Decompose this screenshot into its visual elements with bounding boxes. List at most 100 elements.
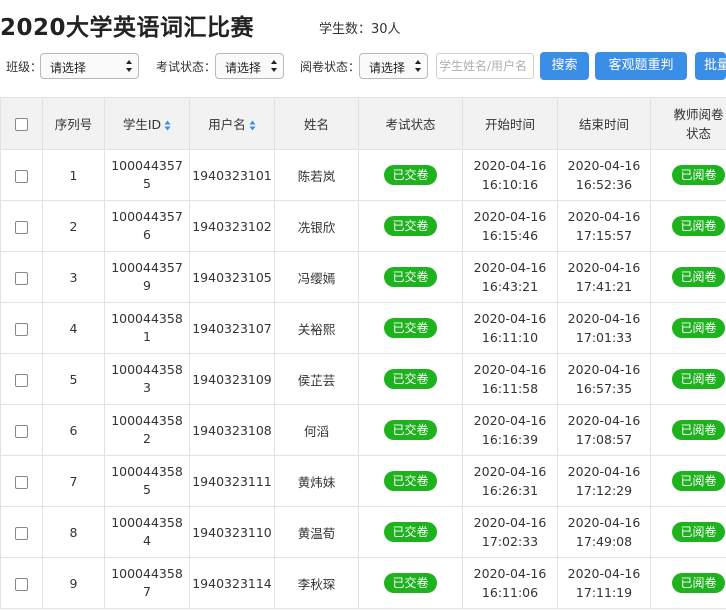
review-status-badge[interactable]: 已阅卷 (672, 165, 725, 185)
table-row: 8 1000443584 1940323110 黄温荀 已交卷 2020-04-16 17:… (0, 506, 726, 558)
exam-status-cell: 已交卷 (358, 251, 463, 303)
table-row: 7 1000443585 1940323111 黄炜妹 已交卷 2020-04-16 16:… (0, 455, 726, 507)
username-cell: 1940323110 (189, 506, 275, 558)
student-count: 学生数：30人 (319, 22, 401, 37)
review-status-badge[interactable]: 已阅卷 (672, 471, 725, 491)
review-status-label: 阅卷状态： (300, 60, 361, 74)
row-checkbox[interactable] (15, 475, 28, 489)
start-time: 16:15:46 (481, 228, 539, 243)
page-header: 2020大学英语词汇比赛 学生数：30人 (0, 8, 726, 42)
student-id: 1000443583 (111, 362, 183, 395)
table-row: 4 1000443581 1940323107 关裕熙 已交卷 2020-04-16 16:… (0, 302, 726, 354)
review-status-badge[interactable]: 已阅卷 (672, 267, 725, 287)
end-time-cell: 2020-04-16 16:57:35 (557, 353, 651, 405)
exam-status-cell: 已交卷 (358, 506, 463, 558)
row-select-cell (0, 200, 43, 252)
username-cell: 1940323105 (189, 251, 275, 303)
end-date: 2020-04-16 (567, 158, 641, 173)
end-time-cell: 2020-04-16 17:08:57 (557, 404, 651, 456)
row-checkbox[interactable] (15, 577, 28, 591)
start-time: 16:16:39 (481, 432, 539, 447)
column-header-label: 教师阅卷状态 (673, 106, 724, 141)
name-cell: 黄温荀 (274, 506, 359, 558)
start-time: 16:10:16 (481, 177, 539, 192)
end-date: 2020-04-16 (567, 413, 641, 428)
exam-status-badge: 已交卷 (384, 165, 437, 185)
exam-status-cell: 已交卷 (358, 200, 463, 252)
exam-status-badge: 已交卷 (384, 522, 437, 542)
select-arrows-icon (415, 60, 421, 72)
review-status-badge[interactable]: 已阅卷 (672, 522, 725, 542)
review-status-cell: 已阅卷 (650, 251, 726, 303)
table-row: 1 1000443575 1940323101 陈若岚 已交卷 2020-04-16 16:… (0, 149, 726, 201)
end-time: 17:08:57 (575, 432, 633, 447)
class-select[interactable]: 请选择 (40, 53, 139, 79)
end-time-cell: 2020-04-16 17:41:21 (557, 251, 651, 303)
username-cell: 1940323107 (189, 302, 275, 354)
column-header-student-id[interactable]: 学生ID (104, 97, 190, 150)
review-status-cell: 已阅卷 (650, 353, 726, 405)
regrade-objective-button[interactable]: 客观题重判 (595, 52, 687, 80)
review-status-cell: 已阅卷 (650, 302, 726, 354)
review-status-badge[interactable]: 已阅卷 (672, 573, 725, 593)
review-status-select-value: 请选择 (369, 61, 406, 75)
review-status-badge[interactable]: 已阅卷 (672, 318, 725, 338)
student-id: 1000443581 (111, 311, 183, 344)
exam-status-badge: 已交卷 (384, 471, 437, 491)
start-date: 2020-04-16 (473, 464, 547, 479)
row-select-cell (0, 302, 43, 354)
exam-status-badge: 已交卷 (384, 420, 437, 440)
row-select-cell (0, 557, 43, 609)
column-header-username[interactable]: 用户名 (189, 97, 275, 150)
review-status-select[interactable]: 请选择 (359, 53, 428, 79)
student-table: 序列号 学生ID 用户名 姓名 考试状态 开始时间 结束时间 教师阅卷状态 11… (0, 97, 726, 609)
row-select-cell (0, 404, 43, 456)
student-id: 1000443579 (111, 260, 183, 293)
row-checkbox[interactable] (15, 322, 28, 336)
column-header-seq: 序列号 (42, 97, 105, 150)
exam-status-select[interactable]: 请选择 (215, 53, 284, 79)
row-checkbox[interactable] (15, 169, 28, 183)
row-checkbox[interactable] (15, 271, 28, 285)
review-status-badge[interactable]: 已阅卷 (672, 369, 725, 389)
row-checkbox[interactable] (15, 424, 28, 438)
end-time-cell: 2020-04-16 17:15:57 (557, 200, 651, 252)
seq-cell: 8 (42, 506, 105, 558)
start-time-cell: 2020-04-16 17:02:33 (462, 506, 558, 558)
row-checkbox[interactable] (15, 526, 28, 540)
sort-icon (164, 120, 171, 131)
end-date: 2020-04-16 (567, 260, 641, 275)
student-id-cell: 1000443585 (104, 455, 190, 507)
start-date: 2020-04-16 (473, 362, 547, 377)
start-time-cell: 2020-04-16 16:10:16 (462, 149, 558, 201)
batch-button[interactable]: 批量 (695, 52, 726, 80)
column-header-name: 姓名 (274, 97, 359, 150)
exam-status-cell: 已交卷 (358, 404, 463, 456)
select-all-checkbox[interactable] (15, 118, 28, 131)
start-time: 16:11:58 (481, 381, 539, 396)
seq-cell: 5 (42, 353, 105, 405)
seq-cell: 9 (42, 557, 105, 609)
row-select-cell (0, 506, 43, 558)
end-time: 17:41:21 (575, 279, 633, 294)
review-status-badge[interactable]: 已阅卷 (672, 216, 725, 236)
search-button[interactable]: 搜索 (540, 52, 589, 80)
review-status-badge[interactable]: 已阅卷 (672, 420, 725, 440)
username-cell: 1940323108 (189, 404, 275, 456)
filter-bar: 班级： 请选择 考试状态： 请选择 阅卷状态： 请选择 搜索 客观题重判 批量 (0, 52, 726, 80)
review-status-cell: 已阅卷 (650, 455, 726, 507)
review-status-cell: 已阅卷 (650, 557, 726, 609)
row-checkbox[interactable] (15, 373, 28, 387)
username-cell: 1940323114 (189, 557, 275, 609)
row-checkbox[interactable] (15, 220, 28, 234)
start-date: 2020-04-16 (473, 515, 547, 530)
start-time: 17:02:33 (481, 534, 539, 549)
student-id: 1000443582 (111, 413, 183, 446)
search-input[interactable] (436, 53, 534, 79)
column-header-review-status: 教师阅卷状态 (650, 97, 726, 150)
table-row: 5 1000443583 1940323109 侯芷芸 已交卷 2020-04-16 16:… (0, 353, 726, 405)
name-cell: 陈若岚 (274, 149, 359, 201)
student-id-cell: 1000443584 (104, 506, 190, 558)
row-select-cell (0, 455, 43, 507)
start-time-cell: 2020-04-16 16:26:31 (462, 455, 558, 507)
